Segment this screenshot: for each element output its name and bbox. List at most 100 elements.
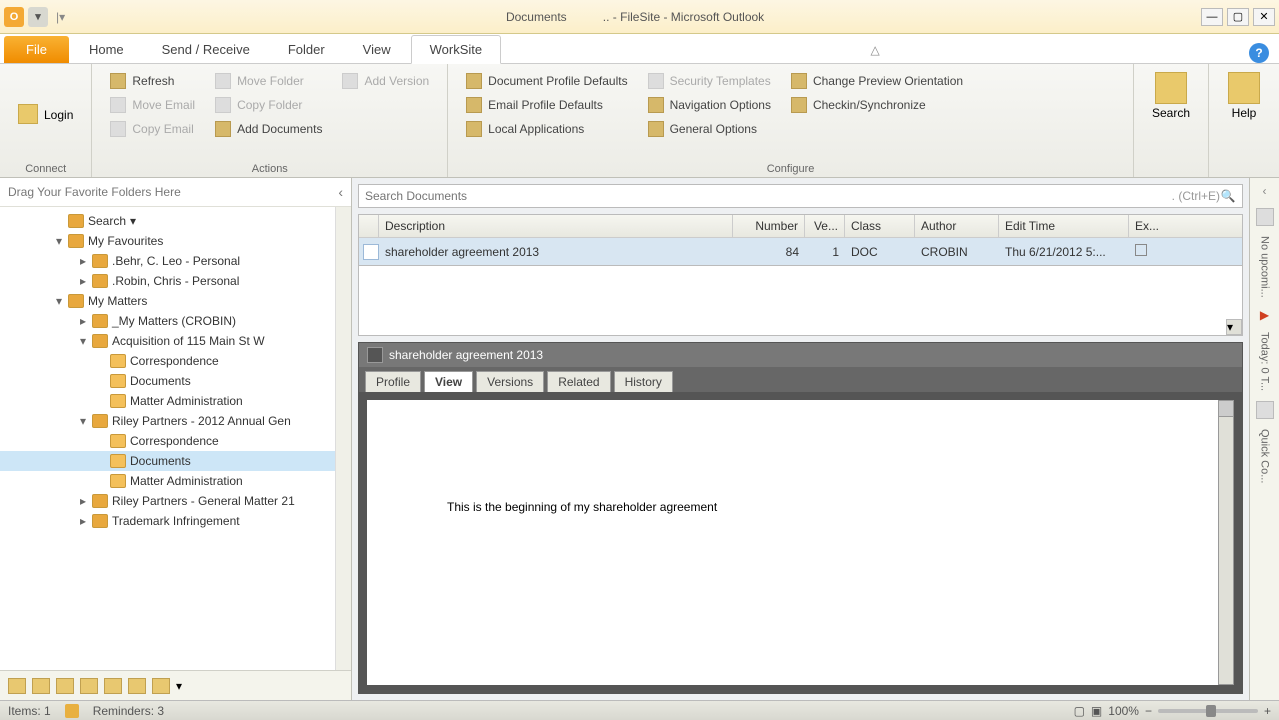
- help-icon[interactable]: ?: [1249, 43, 1269, 63]
- rail-quick-contacts[interactable]: Quick Co...: [1259, 429, 1271, 483]
- nav-tasks-icon[interactable]: [80, 678, 98, 694]
- reminder-bell-icon[interactable]: [65, 704, 79, 718]
- tree-my-favourites[interactable]: ▾My Favourites: [0, 231, 351, 251]
- cell-author: CROBIN: [915, 243, 999, 261]
- rail-today[interactable]: Today: 0 T...: [1259, 332, 1271, 391]
- todo-bar: ‹ No upcomi... ▶ Today: 0 T... Quick Co.…: [1249, 178, 1279, 700]
- th-edit-time[interactable]: Edit Time: [999, 215, 1129, 237]
- zoom-in-button[interactable]: +: [1264, 704, 1271, 718]
- rail-upcoming[interactable]: No upcomi...: [1259, 236, 1271, 298]
- search-icon: [1155, 72, 1187, 104]
- view-reading-icon[interactable]: ▣: [1091, 704, 1102, 718]
- view-normal-icon[interactable]: ▢: [1074, 704, 1085, 718]
- tab-worksite[interactable]: WorkSite: [411, 35, 502, 64]
- nav-shortcuts-icon[interactable]: [152, 678, 170, 694]
- checkin-synchronize-button[interactable]: Checkin/Synchronize: [785, 94, 969, 116]
- zoom-out-button[interactable]: −: [1145, 704, 1152, 718]
- th-version[interactable]: Ve...: [805, 215, 845, 237]
- tree-behr[interactable]: ▸.Behr, C. Leo - Personal: [0, 251, 351, 271]
- folder-icon: [92, 334, 108, 348]
- preview-titlebar: shareholder agreement 2013: [359, 343, 1242, 367]
- tree-robin[interactable]: ▸.Robin, Chris - Personal: [0, 271, 351, 291]
- tree-scrollbar[interactable]: [335, 207, 351, 670]
- folder-tree[interactable]: Search ▾ ▾My Favourites ▸.Behr, C. Leo -…: [0, 207, 351, 670]
- tab-send-receive[interactable]: Send / Receive: [144, 36, 268, 63]
- zoom-slider[interactable]: [1158, 709, 1258, 713]
- tree-riley-general[interactable]: ▸Riley Partners - General Matter 21: [0, 491, 351, 511]
- login-button[interactable]: Login: [8, 68, 83, 161]
- ribbon-collapse-icon[interactable]: △: [864, 37, 885, 63]
- refresh-button[interactable]: Refresh: [104, 70, 201, 92]
- ribbon-group-help: Help: [1209, 64, 1279, 177]
- tree-correspondence-1[interactable]: Correspondence: [0, 351, 351, 371]
- preview-scrollbar[interactable]: [1218, 400, 1234, 685]
- nav-mail-icon[interactable]: [8, 678, 26, 694]
- move-email-icon: [110, 97, 126, 113]
- expand-rail-icon[interactable]: ‹: [1263, 184, 1267, 198]
- th-description[interactable]: Description: [379, 215, 733, 237]
- th-number[interactable]: Number: [733, 215, 805, 237]
- nav-notes-icon[interactable]: [104, 678, 122, 694]
- qat-save-icon[interactable]: ▾: [28, 7, 48, 27]
- nav-folders-icon[interactable]: [128, 678, 146, 694]
- preview-tab-history[interactable]: History: [614, 371, 673, 392]
- scroll-up-icon[interactable]: [1219, 401, 1233, 417]
- tab-view[interactable]: View: [345, 36, 409, 63]
- search-documents-bar[interactable]: . (Ctrl+E) 🔍: [358, 184, 1243, 208]
- calendar-peek-icon[interactable]: [1256, 208, 1274, 226]
- login-label: Login: [44, 108, 73, 122]
- login-icon: [18, 104, 38, 124]
- tree-documents-selected[interactable]: Documents: [0, 451, 351, 471]
- tree-riley-2012[interactable]: ▾Riley Partners - 2012 Annual Gen: [0, 411, 351, 431]
- search-magnifier-icon[interactable]: 🔍: [1220, 188, 1236, 204]
- th-icon[interactable]: [359, 215, 379, 237]
- nav-calendar-icon[interactable]: [32, 678, 50, 694]
- tab-home[interactable]: Home: [71, 36, 142, 63]
- tree-documents-1[interactable]: Documents: [0, 371, 351, 391]
- file-tab[interactable]: File: [4, 36, 69, 63]
- status-reminders[interactable]: Reminders: 3: [93, 704, 164, 718]
- tree-my-matters-crobin[interactable]: ▸_My Matters (CROBIN): [0, 311, 351, 331]
- tree-matter-admin-1[interactable]: Matter Administration: [0, 391, 351, 411]
- change-preview-orientation-button[interactable]: Change Preview Orientation: [785, 70, 969, 92]
- cell-ex: [1129, 242, 1159, 261]
- nav-configure-icon[interactable]: ▾: [176, 679, 182, 693]
- table-scroll-corner[interactable]: ▾: [1226, 319, 1242, 335]
- local-applications-button[interactable]: Local Applications: [460, 118, 633, 140]
- preview-doc-icon: [367, 347, 383, 363]
- minimize-button[interactable]: ―: [1201, 8, 1223, 26]
- tree-search[interactable]: Search ▾: [0, 211, 351, 231]
- tree-acquisition[interactable]: ▾Acquisition of 115 Main St W: [0, 331, 351, 351]
- tree-trademark[interactable]: ▸Trademark Infringement: [0, 511, 351, 531]
- tree-matter-admin-2[interactable]: Matter Administration: [0, 471, 351, 491]
- search-input[interactable]: [365, 189, 1172, 203]
- general-options-button[interactable]: General Options: [642, 118, 777, 140]
- doc-profile-defaults-button[interactable]: Document Profile Defaults: [460, 70, 633, 92]
- preview-tab-profile[interactable]: Profile: [365, 371, 421, 392]
- content-pane: . (Ctrl+E) 🔍 Description Number Ve... Cl…: [352, 178, 1249, 700]
- outlook-icon[interactable]: O: [4, 7, 24, 27]
- navigation-options-button[interactable]: Navigation Options: [642, 94, 777, 116]
- preview-tab-versions[interactable]: Versions: [476, 371, 544, 392]
- th-author[interactable]: Author: [915, 215, 999, 237]
- preview-tab-view[interactable]: View: [424, 371, 473, 392]
- ribbon-group-configure: Document Profile Defaults Email Profile …: [448, 64, 1134, 177]
- help-button[interactable]: Help: [1217, 68, 1271, 124]
- add-documents-button[interactable]: Add Documents: [209, 118, 328, 140]
- preview-tab-related[interactable]: Related: [547, 371, 610, 392]
- flag-icon[interactable]: ▶: [1260, 308, 1269, 322]
- zoom-thumb[interactable]: [1206, 705, 1216, 717]
- th-ex[interactable]: Ex...: [1129, 215, 1159, 237]
- th-class[interactable]: Class: [845, 215, 915, 237]
- tab-folder[interactable]: Folder: [270, 36, 343, 63]
- email-profile-defaults-button[interactable]: Email Profile Defaults: [460, 94, 633, 116]
- collapse-pane-icon[interactable]: ‹: [338, 184, 343, 200]
- maximize-button[interactable]: ▢: [1227, 8, 1249, 26]
- nav-contacts-icon[interactable]: [56, 678, 74, 694]
- table-row[interactable]: shareholder agreement 2013 84 1 DOC CROB…: [359, 238, 1242, 265]
- close-button[interactable]: ✕: [1253, 8, 1275, 26]
- people-peek-icon[interactable]: [1256, 401, 1274, 419]
- tree-my-matters[interactable]: ▾My Matters: [0, 291, 351, 311]
- tree-correspondence-2[interactable]: Correspondence: [0, 431, 351, 451]
- search-button[interactable]: Search: [1142, 68, 1200, 124]
